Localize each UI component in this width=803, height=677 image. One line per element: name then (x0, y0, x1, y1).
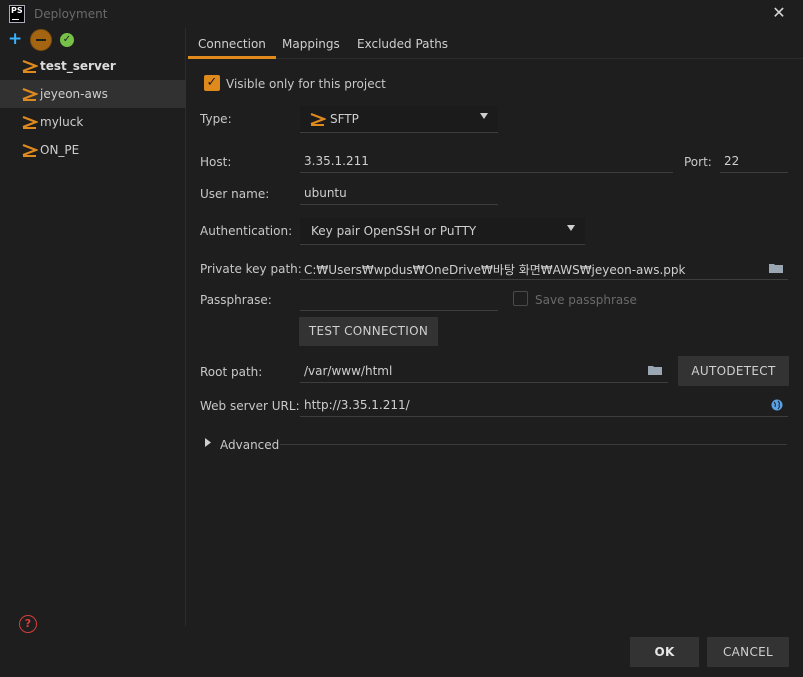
port-label: Port: (684, 155, 712, 169)
phpstorm-logo-icon: PS (9, 5, 25, 23)
type-dropdown[interactable]: SFTP (300, 106, 498, 133)
username-input[interactable]: ubuntu (300, 183, 498, 205)
host-label: Host: (200, 155, 232, 169)
help-icon[interactable]: ? (19, 615, 37, 633)
tab-mappings[interactable]: Mappings (272, 28, 350, 59)
authentication-value: Key pair OpenSSH or PuTTY (311, 224, 477, 238)
port-value: 22 (724, 154, 740, 168)
remove-server-icon[interactable] (30, 29, 52, 51)
authentication-label: Authentication: (200, 224, 293, 238)
sftp-server-icon (22, 143, 38, 157)
save-passphrase-label: Save passphrase (535, 293, 637, 307)
visible-only-checkbox[interactable]: ✓ (204, 75, 220, 91)
folder-icon[interactable] (648, 365, 662, 375)
set-default-icon[interactable]: ✓ (60, 33, 74, 47)
sftp-server-icon (22, 87, 38, 101)
chevron-down-icon (567, 225, 575, 231)
root-path-label: Root path: (200, 365, 263, 379)
passphrase-label: Passphrase: (200, 293, 272, 307)
username-value: ubuntu (304, 186, 347, 200)
autodetect-button[interactable]: AUTODETECT (678, 356, 789, 386)
web-server-url-label: Web server URL: (200, 399, 300, 413)
port-input[interactable]: 22 (720, 151, 788, 173)
web-server-url-input[interactable]: http://3.35.1.211/ (300, 395, 788, 417)
advanced-section-toggle[interactable]: Advanced (220, 438, 279, 452)
server-item-label: myluck (40, 115, 84, 129)
host-input[interactable]: 3.35.1.211 (300, 151, 673, 173)
visible-only-label: Visible only for this project (226, 77, 386, 91)
server-item-myluck[interactable]: myluck (0, 108, 186, 136)
server-item-on-pe[interactable]: ON_PE (0, 136, 186, 164)
window-title: Deployment (34, 7, 108, 21)
passphrase-input[interactable] (300, 289, 498, 311)
chevron-down-icon (480, 113, 488, 119)
server-item-label: ON_PE (40, 143, 80, 157)
tab-connection[interactable]: Connection (188, 28, 276, 59)
save-passphrase-checkbox[interactable] (513, 291, 528, 306)
divider (280, 444, 787, 445)
server-item-label: jeyeon-aws (40, 87, 108, 101)
sftp-type-icon (310, 112, 326, 126)
private-key-path-label: Private key path: (200, 262, 302, 276)
close-icon[interactable]: ✕ (770, 3, 788, 23)
tab-excluded-paths[interactable]: Excluded Paths (347, 28, 458, 59)
root-path-input[interactable]: /var/www/html (300, 361, 668, 383)
root-path-value: /var/www/html (304, 364, 393, 378)
add-server-icon[interactable]: + (8, 31, 22, 49)
authentication-dropdown[interactable]: Key pair OpenSSH or PuTTY (300, 218, 585, 245)
private-key-path-value: C:₩Users₩wpdus₩OneDrive₩바탕 화면₩AWS₩jeyeon… (304, 263, 686, 277)
server-item-test-server[interactable]: test_server (0, 52, 186, 80)
tab-bar: Connection Mappings Excluded Paths (187, 28, 803, 59)
server-item-label: test_server (40, 59, 116, 73)
server-item-jeyeon-aws[interactable]: jeyeon-aws (0, 80, 186, 108)
type-label: Type: (200, 112, 232, 126)
chevron-right-icon[interactable] (205, 438, 211, 447)
ok-button[interactable]: OK (630, 637, 699, 667)
globe-icon[interactable] (771, 399, 783, 411)
host-value: 3.35.1.211 (304, 154, 369, 168)
folder-icon[interactable] (769, 263, 783, 273)
sftp-server-icon (22, 115, 38, 129)
type-value: SFTP (330, 112, 359, 126)
username-label: User name: (200, 187, 270, 201)
web-server-url-value: http://3.35.1.211/ (304, 398, 410, 412)
test-connection-button[interactable]: TEST CONNECTION (299, 317, 438, 346)
title-bar: PS Deployment ✕ (0, 0, 803, 28)
sftp-server-icon (22, 59, 38, 73)
server-list-panel: + ✓ test_server jeyeon-aws myluck ON_PE (0, 28, 186, 626)
cancel-button[interactable]: CANCEL (707, 637, 789, 667)
private-key-path-input[interactable]: C:₩Users₩wpdus₩OneDrive₩바탕 화면₩AWS₩jeyeon… (300, 258, 788, 280)
